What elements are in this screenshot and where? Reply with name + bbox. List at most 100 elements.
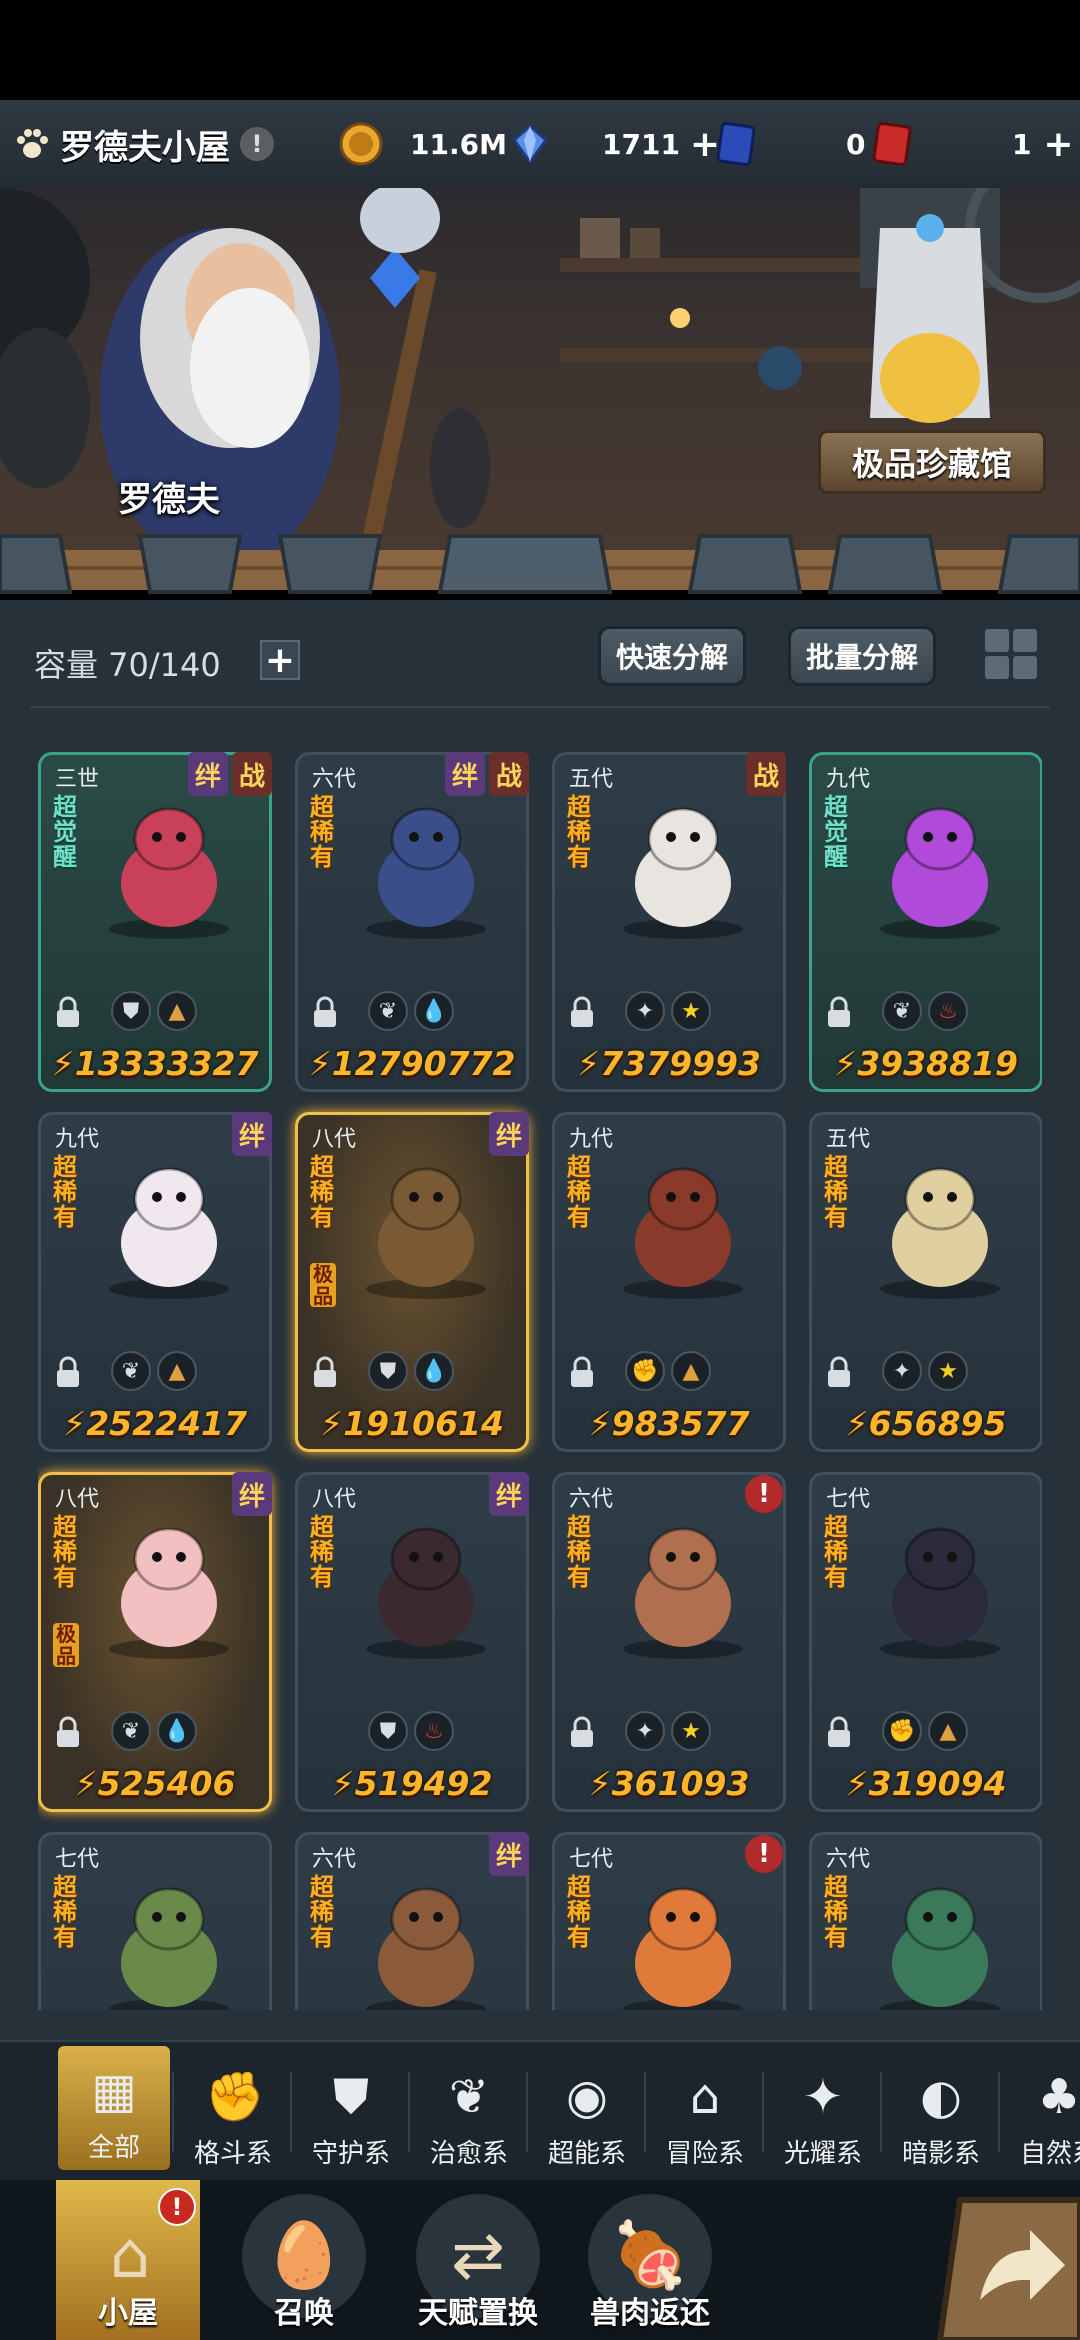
category-label: 自然系	[1019, 2139, 1080, 2169]
category-tab[interactable]: ✊ 格斗系	[174, 2042, 292, 2180]
lock-icon[interactable]	[567, 1715, 597, 1749]
ticket-b-resource[interactable]: 1 +	[872, 100, 1075, 188]
pet-rarity: 超稀有	[310, 1873, 334, 1951]
lock-icon[interactable]	[567, 1355, 597, 1389]
pet-power: ⚡12790772	[308, 1044, 516, 1083]
pet-card[interactable]: 七代超稀有	[38, 1832, 272, 2010]
pet-tags: !	[742, 1472, 786, 1516]
nav-label: 天赋置换	[418, 2296, 538, 2331]
resource-bar: 罗德夫小屋 ! 11.6M 1711 + 0 1 +	[0, 100, 1080, 188]
gold-coin-icon	[339, 122, 383, 166]
expand-capacity-button[interactable]: +	[260, 640, 300, 681]
pet-power: ⚡361093	[588, 1764, 750, 1803]
info-badge[interactable]: !	[240, 127, 274, 161]
lock-icon[interactable]	[310, 1355, 340, 1389]
pet-tags: 绊	[232, 1112, 272, 1156]
ticket-a-resource[interactable]: 0	[716, 100, 865, 188]
lock-icon[interactable]	[53, 1715, 83, 1749]
quick-decompose-button[interactable]: 快速分解	[598, 626, 746, 686]
pet-card[interactable]: 七代超稀有 ✊ ▲ ⚡319094	[809, 1472, 1042, 1812]
nav-label: 兽肉返还	[590, 2296, 710, 2331]
lock-icon[interactable]	[53, 995, 83, 1029]
guard-element-icon: ⛊	[111, 991, 151, 1031]
pet-sprite	[623, 1527, 743, 1659]
battle-tag: 战	[746, 752, 786, 796]
pet-generation: 七代	[569, 1847, 614, 1872]
pet-elements: ❦ 💧	[111, 1711, 197, 1751]
red-ticket-icon	[872, 121, 912, 167]
lock-icon[interactable]	[310, 995, 340, 1029]
lock-icon[interactable]	[824, 995, 854, 1029]
pet-generation: 五代	[569, 767, 614, 792]
category-separator	[644, 2072, 646, 2152]
pet-card[interactable]: 六代 绊战超稀有 ❦ 💧 ⚡12790772	[295, 752, 529, 1092]
nav-swap[interactable]: ⇄ 天赋置换	[404, 2180, 552, 2340]
pet-card[interactable]: 五代 战超稀有 ✦ ★ ⚡7379993	[552, 752, 786, 1092]
pet-sprite	[880, 1167, 1000, 1299]
pet-elements: ❦ ▲	[111, 1351, 197, 1391]
batch-decompose-button[interactable]: 批量分解	[788, 626, 936, 686]
adventure-element-icon: ▲	[157, 1351, 197, 1391]
pet-card[interactable]: 六代 绊超稀有	[295, 1832, 529, 2010]
return-arrow-button[interactable]	[930, 2190, 1080, 2340]
ticket-b-plus-button[interactable]: +	[1041, 124, 1075, 165]
category-tab[interactable]: ❦ 治愈系	[410, 2042, 528, 2180]
category-label: 光耀系	[783, 2139, 862, 2169]
star-element-icon: ★	[671, 1711, 711, 1751]
heal-element-icon: ❦	[882, 991, 922, 1031]
pet-card[interactable]: 六代! 超稀有 ✦ ★ ⚡361093	[552, 1472, 786, 1812]
category-tab[interactable]: ♣ 自然系	[1000, 2042, 1080, 2180]
grid-view-toggle[interactable]	[982, 626, 1040, 682]
nav-label: 召唤	[274, 2296, 334, 2331]
pet-card[interactable]: 八代 绊超稀有极品 ⛊ 💧 ⚡1910614	[295, 1112, 529, 1452]
category-tab[interactable]: ▦ 全部	[58, 2046, 170, 2170]
pet-card[interactable]: 七代! 超稀有	[552, 1832, 786, 2010]
category-label: 守护系	[311, 2139, 390, 2169]
pet-rarity: 超觉醒	[53, 793, 77, 871]
crystal-value: 1711	[602, 127, 680, 161]
category-tab[interactable]: ⌂ 冒险系	[646, 2042, 764, 2180]
adventure-element-icon: ▲	[671, 1351, 711, 1391]
gold-resource[interactable]: 11.6M	[338, 100, 507, 188]
lock-icon[interactable]	[567, 995, 597, 1029]
blue-ticket-icon	[716, 121, 756, 167]
nav-house[interactable]: ⌂ 小屋!	[56, 2180, 200, 2340]
lock-icon[interactable]	[53, 1355, 83, 1389]
category-tab[interactable]: ◐ 暗影系	[882, 2042, 1000, 2180]
pet-card[interactable]: 八代 绊超稀有极品 ❦ 💧 ⚡525406	[38, 1472, 272, 1812]
pet-card[interactable]: 九代超觉醒 ❦ ♨ ⚡3938819	[809, 752, 1042, 1092]
pet-card[interactable]: 九代 绊超稀有 ❦ ▲ ⚡2522417	[38, 1112, 272, 1452]
pet-generation: 三世	[55, 767, 100, 792]
pet-generation: 九代	[55, 1127, 100, 1152]
pet-card[interactable]: 九代超稀有 ✊ ▲ ⚡983577	[552, 1112, 786, 1452]
nav-meat[interactable]: 🍖 兽肉返还	[576, 2180, 724, 2340]
light-element-icon: ✦	[882, 1351, 922, 1391]
paw-icon	[10, 122, 54, 166]
light-element-icon: ✦	[625, 1711, 665, 1751]
pet-card[interactable]: 五代超稀有 ✦ ★ ⚡656895	[809, 1112, 1042, 1452]
guard-element-icon: ⛊	[368, 1351, 408, 1391]
crystal-resource[interactable]: 1711 +	[508, 100, 722, 188]
category-tab[interactable]: ◉ 超能系	[528, 2042, 646, 2180]
category-tab[interactable]: ✦ 光耀系	[764, 2042, 882, 2180]
lock-icon[interactable]	[824, 1715, 854, 1749]
battle-tag: 战	[232, 752, 272, 796]
pet-rarity: 超稀有	[53, 1153, 77, 1231]
pet-power: ⚡13333327	[51, 1044, 259, 1083]
category-label: 暗影系	[901, 2139, 980, 2169]
house-title-group[interactable]: 罗德夫小屋 !	[10, 120, 340, 169]
shadow-icon: ◐	[920, 2069, 962, 2125]
category-label: 格斗系	[193, 2139, 272, 2169]
pet-card[interactable]: 六代超稀有	[809, 1832, 1042, 2010]
pet-card[interactable]: 三世 绊战超觉醒 ⛊ ▲ ⚡13333327	[38, 752, 272, 1092]
heal-element-icon: ❦	[111, 1711, 151, 1751]
sprout-icon: ❦	[448, 2069, 490, 2125]
pet-elements: ⛊ 💧	[368, 1351, 454, 1391]
category-tab[interactable]: ⛊ 守护系	[292, 2042, 410, 2180]
nav-label: 小屋	[98, 2296, 158, 2331]
premium-gallery-button[interactable]: 极品珍藏馆	[818, 430, 1046, 494]
lock-icon[interactable]	[824, 1355, 854, 1389]
pet-generation: 七代	[826, 1487, 871, 1512]
nav-egg[interactable]: 🥚 召唤	[230, 2180, 378, 2340]
pet-card[interactable]: 八代 绊超稀有 ⛊ ♨ ⚡519492	[295, 1472, 529, 1812]
